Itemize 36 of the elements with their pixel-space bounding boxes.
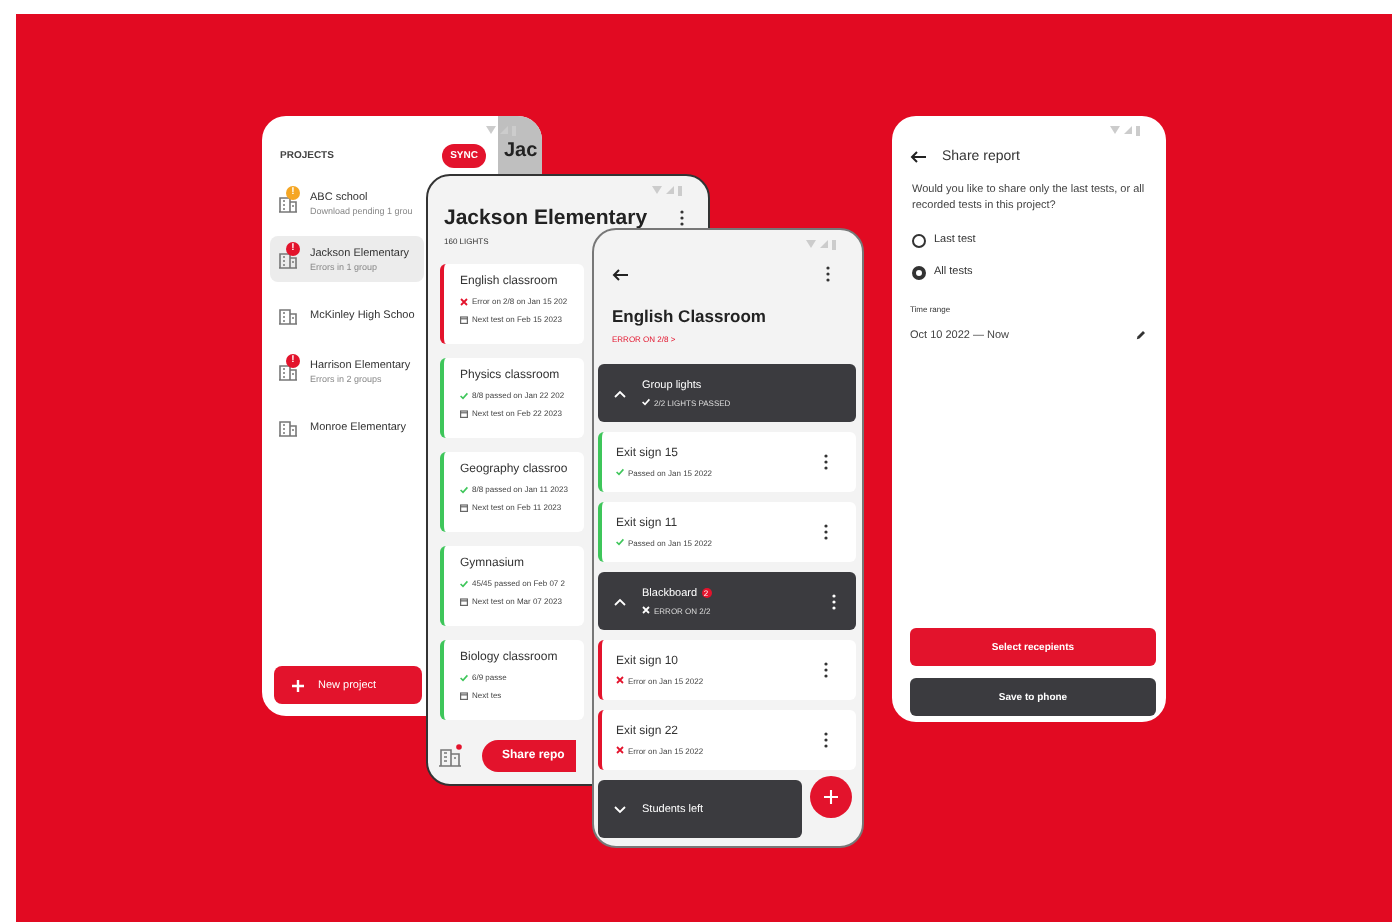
check-icon [616,538,624,546]
chevron-icon[interactable] [614,389,626,397]
building-icon [278,305,298,325]
check-icon [642,398,650,406]
check-icon [460,485,468,493]
back-arrow-icon[interactable] [612,267,628,281]
cross-icon [616,746,624,754]
check-icon [460,579,468,587]
check-icon [460,673,468,681]
check-icon [460,391,468,399]
calendar-icon [460,409,468,417]
cross-icon [642,606,650,614]
plus-icon [824,790,838,804]
radio-button[interactable] [912,233,926,248]
calendar-icon [460,503,468,511]
plus-icon [292,679,304,691]
screen-title: Jackson Elementary [444,206,648,230]
add-button[interactable] [810,776,852,818]
radio-button[interactable] [912,265,926,280]
building-icon [278,417,298,437]
screen-title: Jac [502,140,538,162]
building-icon [278,361,298,381]
screen-title: English Classroom [610,304,768,326]
chevron-icon[interactable] [614,805,626,813]
calendar-icon [460,691,468,699]
building-icon [278,249,298,269]
pencil-icon[interactable] [1136,330,1146,341]
calendar-icon [460,315,468,323]
calendar-icon [460,597,468,605]
back-arrow-icon[interactable] [910,150,926,164]
cross-icon [460,297,468,305]
check-icon [616,468,624,476]
building-icon [278,193,298,213]
chevron-icon[interactable] [614,597,626,605]
building-icon[interactable] [438,744,462,768]
cross-icon [616,676,624,684]
